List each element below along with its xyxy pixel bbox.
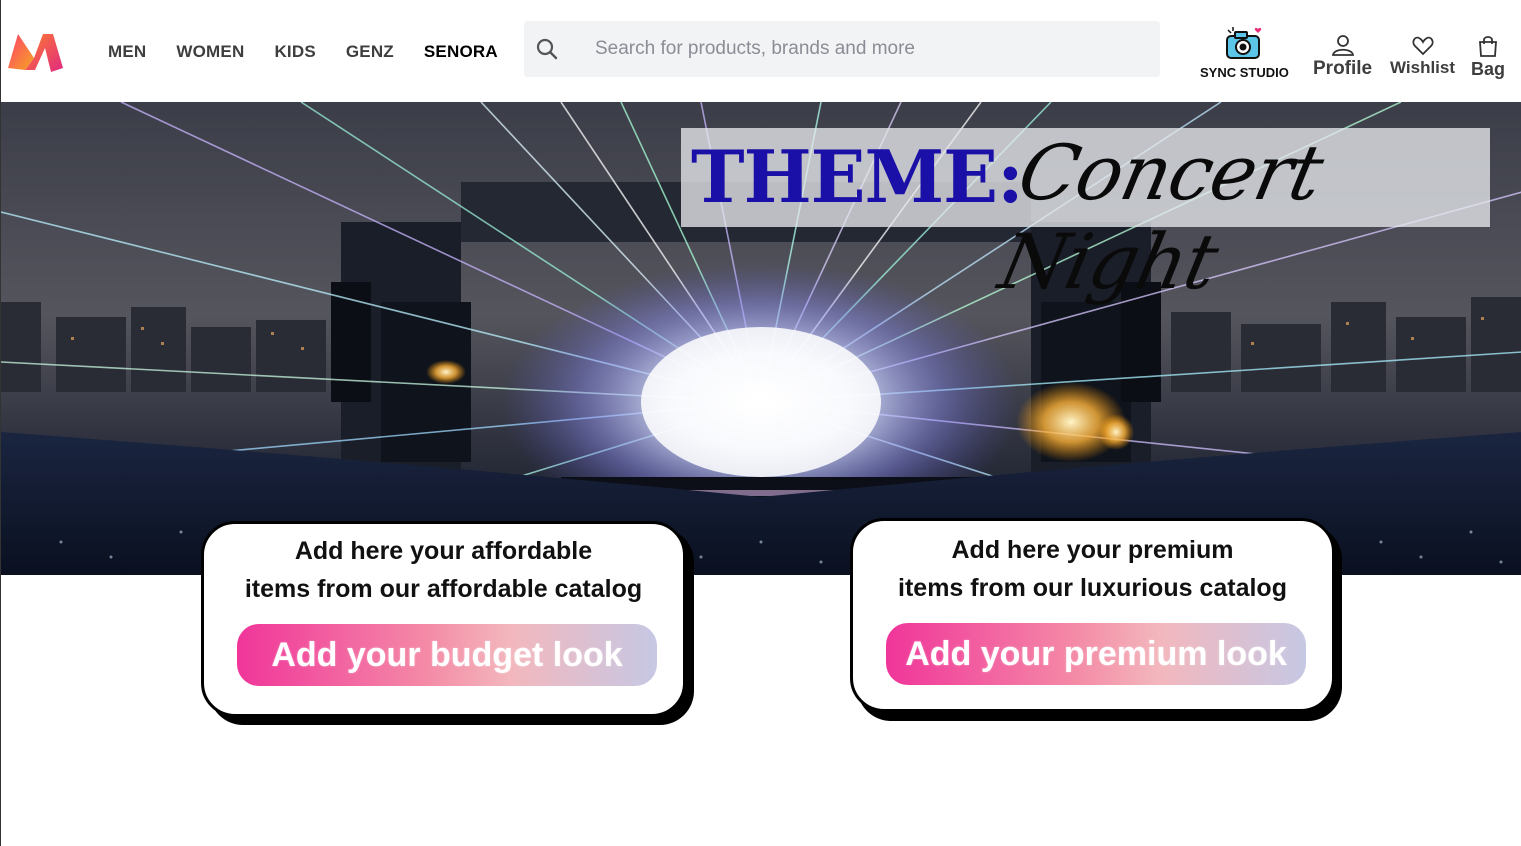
theme-label: THEME: — [691, 134, 1024, 219]
wishlist-button[interactable]: Wishlist — [1390, 36, 1455, 78]
heart-icon — [1411, 36, 1434, 56]
camera-heart-icon — [1226, 27, 1262, 59]
premium-card-line1: Add here your premium — [951, 536, 1234, 564]
hero-banner: THEME: Concert Night — [1, 102, 1521, 575]
sync-studio-label: SYNC STUDIO — [1200, 65, 1289, 80]
budget-card-line1: Add here your affordable — [294, 537, 593, 565]
bag-label: Bag — [1471, 59, 1506, 79]
bag-icon — [1479, 36, 1497, 57]
add-premium-look-button[interactable]: Add your premium look — [886, 623, 1306, 685]
wishlist-label: Wishlist — [1390, 58, 1456, 77]
user-icon — [1331, 35, 1354, 56]
premium-look-card: Add here your premium items from our lux… — [850, 518, 1335, 712]
profile-button[interactable]: Profile — [1313, 34, 1372, 80]
sync-studio-button[interactable]: SYNC STUDIO — [1200, 26, 1289, 80]
bag-button[interactable]: Bag — [1471, 35, 1505, 80]
top-header: MEN WOMEN KIDS GENZ SENORA SYNC STUDIO — [1, 0, 1521, 102]
premium-card-line2: items from our luxurious catalog — [898, 574, 1287, 602]
add-budget-look-button[interactable]: Add your budget look — [237, 624, 657, 686]
budget-card-line2: items from our affordable catalog — [244, 575, 643, 603]
profile-label: Profile — [1313, 58, 1373, 79]
theme-banner: THEME: Concert Night — [681, 128, 1490, 306]
header-actions: SYNC STUDIO Profile Wishlist Bag — [1, 26, 1521, 96]
theme-name: Concert Night — [992, 128, 1331, 306]
budget-look-card: Add here your affordable items from our … — [201, 521, 686, 717]
